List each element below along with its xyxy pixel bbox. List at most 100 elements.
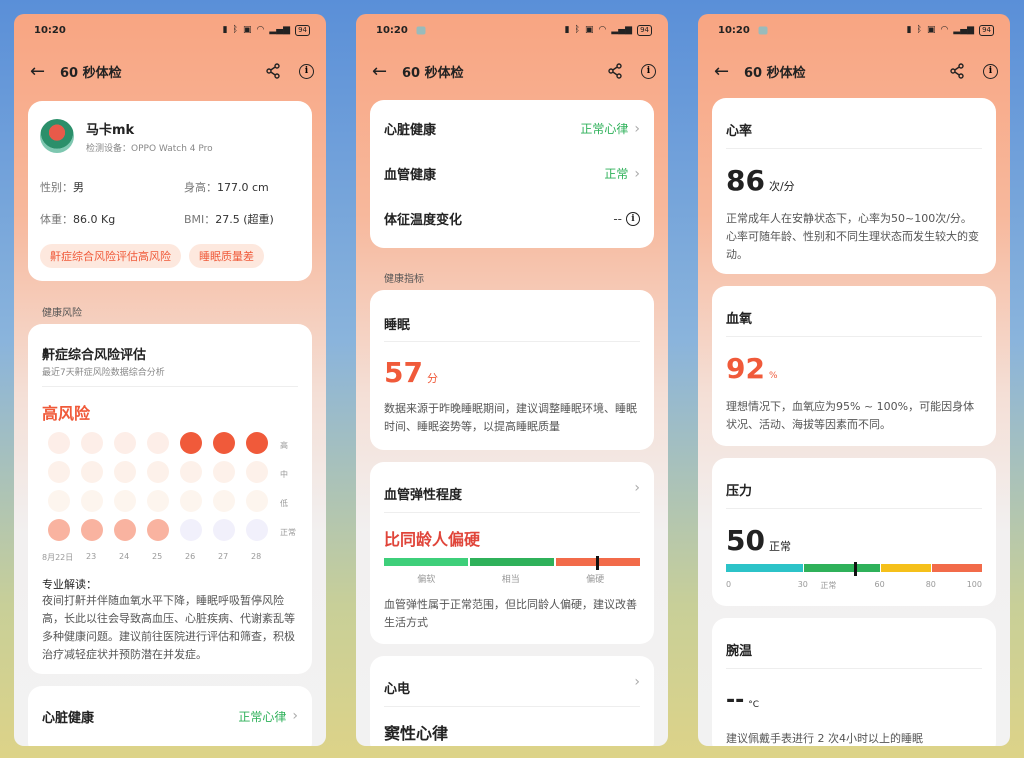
back-arrow-icon[interactable]: ← bbox=[714, 61, 744, 82]
info-icon[interactable]: i bbox=[299, 63, 314, 79]
row-heart[interactable]: 心脏健康 正常心律 › bbox=[370, 106, 654, 151]
divider bbox=[384, 341, 640, 342]
battery-icon: 94 bbox=[295, 24, 310, 36]
stress-tick-label: 30 bbox=[797, 580, 808, 589]
stress-tick-label: 100 bbox=[966, 580, 982, 589]
risk-dot bbox=[213, 519, 235, 541]
snore-card[interactable]: 鼾症综合风险评估 最近7天鼾症风险数据综合分析 高风险 高中低正常 8月22日 23… bbox=[28, 324, 312, 674]
back-arrow-icon[interactable]: ← bbox=[372, 61, 402, 82]
risk-dot bbox=[81, 461, 103, 483]
heart-status: 正常心律 bbox=[238, 709, 287, 724]
status-icons: ▮ ᛒ ▣ ◠ ▂▄▆ 94 bbox=[906, 24, 994, 36]
screen-1: 10:20 ▮ ᛒ ▣ ◠ ▂▄▆ 94 ← 60 秒体检 i 马卡mk 检测设… bbox=[14, 14, 326, 746]
risk-dot bbox=[81, 519, 103, 541]
hr-title: 心率 bbox=[726, 124, 753, 139]
status-time: 10:20 bbox=[34, 24, 66, 36]
row-vessel[interactable]: 血管健康 正常 › bbox=[370, 151, 654, 196]
signal-icon: ▂▄▆ bbox=[269, 25, 291, 35]
back-arrow-icon[interactable]: ← bbox=[30, 61, 60, 82]
share-icon[interactable] bbox=[265, 63, 281, 79]
bmi-label: BMI： bbox=[184, 213, 216, 226]
row-temperature[interactable]: 体征温度变化 -- i bbox=[370, 196, 654, 241]
page-title: 60 秒体检 bbox=[402, 65, 464, 81]
nav-bar: ← 60 秒体检 i bbox=[14, 46, 326, 96]
wrist-unit: °C bbox=[748, 700, 760, 710]
nfc-icon: ▣ bbox=[926, 25, 936, 35]
risk-dot bbox=[246, 519, 268, 541]
sleep-score: 57 bbox=[384, 356, 423, 389]
section-title: 健康指标 bbox=[384, 274, 424, 285]
gender-label: 性别： bbox=[40, 181, 73, 194]
row-status: 正常心律 bbox=[580, 122, 629, 136]
share-icon[interactable] bbox=[607, 63, 623, 79]
row-label: 心脏健康 bbox=[384, 123, 437, 138]
stress-card: 压力 50 正常 0 30 正常 60 80 100 bbox=[712, 458, 996, 606]
day-label: 23 bbox=[86, 552, 97, 561]
risk-dot bbox=[114, 490, 136, 512]
chevron-right-icon: › bbox=[634, 674, 640, 690]
device-name: 检测设备：OPPO Watch 4 Pro bbox=[86, 144, 213, 154]
risk-dot bbox=[48, 490, 70, 512]
risk-dot bbox=[180, 490, 202, 512]
wrist-temp-card: 腕温 -- °C 建议佩戴手表进行 2 次4小时以上的睡眠 bbox=[712, 618, 996, 746]
weight-label: 体重： bbox=[40, 213, 73, 226]
spo2-unit: % bbox=[768, 371, 778, 381]
snore-title: 鼾症综合风险评估 bbox=[42, 348, 147, 363]
risk-dot bbox=[180, 432, 202, 454]
share-icon[interactable] bbox=[949, 63, 965, 79]
hr-value: 86 bbox=[726, 164, 765, 197]
summary-card: 心脏健康 正常心律 › 血管健康 正常 › 体征温度变化 -- i bbox=[370, 100, 654, 248]
height-label: 身高： bbox=[184, 181, 217, 194]
risk-level: 高风险 bbox=[42, 404, 91, 423]
wifi-icon: ◠ bbox=[940, 25, 949, 35]
info-icon[interactable]: i bbox=[641, 63, 656, 79]
avatar bbox=[40, 119, 74, 153]
sleep-card[interactable]: 睡眠 57 分 数据来源于昨晚睡眠期间，建议调整睡眠环境、睡眠时间、睡眠姿势等，以… bbox=[370, 290, 654, 450]
height-value: 177.0 cm bbox=[217, 181, 269, 194]
screen-2: 10:20 ▮ ᛒ ▣ ◠ ▂▄▆ 94 ← 60 秒体检 i 心脏健康 正常心… bbox=[356, 14, 668, 746]
heart-card[interactable]: 心脏健康 正常心律 › bbox=[28, 686, 312, 746]
info-icon[interactable]: i bbox=[626, 211, 640, 226]
chevron-right-icon: › bbox=[634, 480, 640, 496]
risk-dot bbox=[81, 490, 103, 512]
day-label: 27 bbox=[218, 552, 229, 561]
ecg-card[interactable]: 心电 › 窦性心律 bbox=[370, 656, 654, 746]
heart-label: 心脏健康 bbox=[42, 710, 95, 726]
row-status: -- bbox=[613, 211, 622, 226]
risk-dot bbox=[147, 461, 169, 483]
stress-tick-label: 正常 bbox=[820, 581, 837, 590]
risk-dot bbox=[147, 490, 169, 512]
info-icon[interactable]: i bbox=[983, 63, 998, 79]
vibrate-icon: ▮ bbox=[906, 25, 912, 35]
stress-tick-label: 0 bbox=[726, 580, 732, 589]
status-bar: 10:20 ▮ ᛒ ▣ ◠ ▂▄▆ 94 bbox=[14, 14, 326, 46]
stress-tick-label: 60 bbox=[874, 580, 885, 589]
signal-icon: ▂▄▆ bbox=[611, 25, 633, 35]
risk-dot bbox=[147, 432, 169, 454]
vessel-marker bbox=[596, 556, 600, 570]
sleep-unit: 分 bbox=[426, 372, 438, 385]
risk-dot bbox=[114, 432, 136, 454]
chevron-right-icon: › bbox=[634, 120, 640, 137]
risk-tag[interactable]: 鼾症综合风险评估高风险 bbox=[40, 244, 181, 268]
nav-bar: ← 60 秒体检 i bbox=[698, 46, 1010, 96]
vessel-desc: 血管弹性属于正常范围，但比同龄人偏硬，建议改善生活方式 bbox=[384, 598, 637, 629]
wrist-value: -- bbox=[726, 688, 745, 713]
day-label: 28 bbox=[251, 552, 262, 561]
risk-level-label: 正常 bbox=[280, 528, 296, 537]
hr-desc: 正常成年人在安静状态下，心率为50~100次/分。心率可随年龄、性别和不同生理状… bbox=[726, 212, 979, 261]
nfc-icon: ▣ bbox=[584, 25, 594, 35]
vessel-title: 血管弹性程度 bbox=[384, 488, 463, 503]
battery-icon: 94 bbox=[979, 24, 994, 36]
vessel-card[interactable]: 血管弹性程度 › 比同龄人偏硬 偏软 相当 偏硬 血管弹性属于正常范围，但比同龄… bbox=[370, 462, 654, 644]
stress-tick-label: 80 bbox=[925, 580, 936, 589]
nav-bar: ← 60 秒体检 i bbox=[356, 46, 668, 96]
bmi-value: 27.5 (超重) bbox=[215, 213, 274, 226]
risk-tag[interactable]: 睡眠质量差 bbox=[189, 244, 264, 268]
status-bar: 10:20 ▮ ᛒ ▣ ◠ ▂▄▆ 94 bbox=[356, 14, 668, 46]
chevron-right-icon: › bbox=[292, 708, 298, 724]
vessel-result: 比同龄人偏硬 bbox=[384, 530, 481, 549]
sleep-title: 睡眠 bbox=[384, 318, 411, 333]
row-status: 正常 bbox=[604, 167, 629, 181]
risk-dot bbox=[213, 490, 235, 512]
